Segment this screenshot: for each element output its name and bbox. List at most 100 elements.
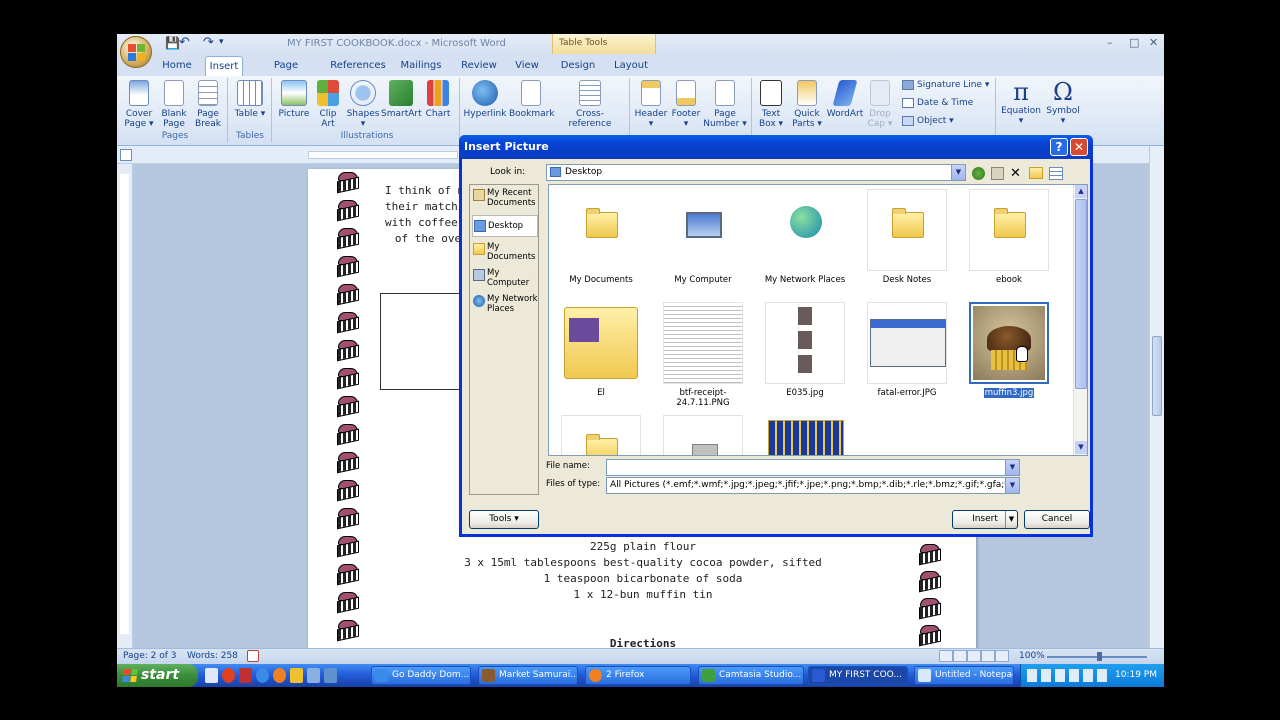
word-count[interactable]: Words: 258 (187, 651, 238, 661)
tab-mailings[interactable]: Mailings (399, 56, 443, 76)
footer-button[interactable]: Footer ▾ (669, 80, 703, 129)
object-button[interactable]: Object ▾ (901, 116, 997, 126)
file-item-selected[interactable]: muffin3.jpg (965, 302, 1053, 398)
page-count[interactable]: Page: 2 of 3 (123, 651, 177, 661)
file-item[interactable]: ebook (965, 189, 1053, 285)
file-list[interactable]: My Documents My Computer My Network Plac… (548, 184, 1088, 456)
proofing-icon[interactable] (247, 650, 259, 662)
place-my-computer[interactable]: My Computer (472, 268, 538, 288)
table-box[interactable] (380, 293, 460, 390)
chart-button[interactable]: Chart (423, 80, 453, 119)
maximize-icon[interactable]: □ (1129, 36, 1139, 49)
taskbar-button[interactable]: Market Samurai... (478, 666, 578, 685)
picture-button[interactable]: Picture (277, 80, 311, 119)
qat-redo-icon[interactable]: ↷ (203, 35, 214, 50)
file-list-scrollbar[interactable]: ▲ ▼ (1073, 185, 1087, 455)
files-of-type-dropdown[interactable]: All Pictures (*.emf;*.wmf;*.jpg;*.jpeg;*… (606, 477, 1020, 494)
taskbar-button[interactable]: Go Daddy Dom... (371, 666, 471, 685)
tray-icons[interactable] (1027, 669, 1107, 682)
tab-layout[interactable]: Layout (611, 56, 651, 76)
file-item[interactable] (557, 415, 645, 455)
taskbar-button[interactable]: Camtasia Studio... (698, 666, 804, 685)
tools-button[interactable]: Tools ▾ (469, 510, 539, 529)
file-item[interactable] (761, 415, 849, 455)
dialog-close-icon[interactable]: ✕ (1070, 138, 1088, 156)
app-icon[interactable] (290, 668, 303, 683)
bookmark-button[interactable]: Bookmark (509, 80, 555, 119)
taskbar-button[interactable]: Untitled - Notepad (914, 666, 1014, 685)
zoom-level[interactable]: 100% (1019, 651, 1045, 661)
tab-view[interactable]: View (511, 56, 543, 76)
app-icon[interactable] (222, 668, 235, 683)
hyperlink-button[interactable]: Hyperlink (463, 80, 507, 119)
file-item[interactable]: El (557, 302, 645, 398)
ie-icon[interactable] (256, 668, 269, 683)
app-icon[interactable] (307, 668, 320, 683)
text-box-button[interactable]: Text Box ▾ (755, 80, 787, 129)
filezilla-icon[interactable] (239, 668, 252, 683)
file-item[interactable]: My Documents (557, 189, 645, 285)
place-recent-documents[interactable]: My Recent Documents (472, 188, 538, 208)
shapes-button[interactable]: Shapes ▾ (346, 80, 380, 129)
place-desktop[interactable]: Desktop (472, 215, 538, 237)
place-my-documents[interactable]: My Documents (472, 242, 538, 262)
cover-page-button[interactable]: Cover Page ▾ (123, 80, 155, 129)
file-item[interactable]: My Computer (659, 189, 747, 285)
taskbar-button[interactable]: 2 Firefox (585, 666, 691, 685)
chevron-down-icon[interactable]: ▼ (1005, 460, 1019, 475)
qat-save-icon[interactable]: 💾 (165, 36, 180, 50)
wordart-button[interactable]: WordArt (825, 80, 865, 119)
chevron-down-icon[interactable]: ▼ (1075, 441, 1087, 454)
minimize-icon[interactable]: – (1107, 36, 1113, 49)
smartart-button[interactable]: SmartArt (381, 80, 422, 119)
view-buttons[interactable] (939, 650, 1009, 662)
file-item[interactable]: fatal-error.JPG (863, 302, 951, 398)
table-button[interactable]: Table ▾ (233, 80, 267, 119)
clip-art-button[interactable]: Clip Art (313, 80, 343, 129)
chevron-down-icon[interactable]: ▼ (1005, 511, 1017, 528)
office-button[interactable] (120, 36, 152, 68)
look-in-dropdown[interactable]: Desktop ▼ (546, 164, 966, 181)
tab-page-layout[interactable]: Page Layout (257, 56, 315, 91)
taskbar-button[interactable]: MY FIRST COO... (808, 666, 908, 685)
chevron-up-icon[interactable]: ▲ (1075, 185, 1087, 198)
file-name-input[interactable]: ▼ (606, 459, 1020, 476)
vertical-ruler[interactable] (117, 164, 133, 648)
insert-button[interactable]: Insert ▼ (952, 510, 1018, 529)
blank-page-button[interactable]: Blank Page (159, 80, 189, 129)
tab-selector-icon[interactable] (120, 149, 132, 161)
app-icon[interactable] (324, 668, 337, 683)
file-item[interactable]: Desk Notes (863, 189, 951, 285)
header-button[interactable]: Header ▾ (633, 80, 669, 129)
tab-design[interactable]: Design (559, 56, 597, 76)
zoom-slider-thumb[interactable] (1097, 652, 1102, 661)
quick-parts-button[interactable]: Quick Parts ▾ (789, 80, 825, 129)
start-button[interactable]: start (117, 664, 198, 687)
equation-button[interactable]: π Equation ▾ (999, 78, 1043, 126)
clock[interactable]: 10:19 PM (1115, 664, 1157, 687)
drop-cap-button[interactable]: Drop Cap ▾ (865, 80, 895, 129)
close-icon[interactable]: ✕ (1149, 36, 1158, 49)
tab-review[interactable]: Review (458, 56, 500, 76)
help-icon[interactable]: ? (1050, 138, 1068, 156)
signature-line-button[interactable]: Signature Line ▾ (901, 80, 997, 90)
vertical-scrollbar[interactable] (1149, 146, 1164, 648)
file-item[interactable]: My Network Places (761, 189, 849, 285)
cross-reference-button[interactable]: Cross-reference (555, 80, 625, 129)
show-desktop-icon[interactable] (205, 668, 218, 683)
file-item[interactable] (659, 415, 747, 455)
page-number-button[interactable]: Page Number ▾ (703, 80, 747, 129)
views-icon[interactable] (1049, 166, 1063, 180)
scroll-thumb[interactable] (1152, 336, 1162, 416)
cancel-button[interactable]: Cancel (1024, 510, 1090, 529)
tab-insert[interactable]: Insert (205, 56, 243, 76)
delete-icon[interactable]: ✕ (1010, 167, 1023, 180)
qat-undo-icon[interactable]: ↶ (179, 35, 190, 50)
symbol-button[interactable]: Ω Symbol ▾ (1043, 78, 1083, 126)
page-break-button[interactable]: Page Break (193, 80, 223, 129)
tab-home[interactable]: Home (161, 56, 193, 76)
scroll-thumb[interactable] (1075, 199, 1087, 389)
file-item[interactable]: E035.jpg (761, 302, 849, 398)
qat-customize-icon[interactable]: ▾ (219, 37, 224, 47)
file-item[interactable]: btf-receipt-24.7.11.PNG (659, 302, 747, 408)
